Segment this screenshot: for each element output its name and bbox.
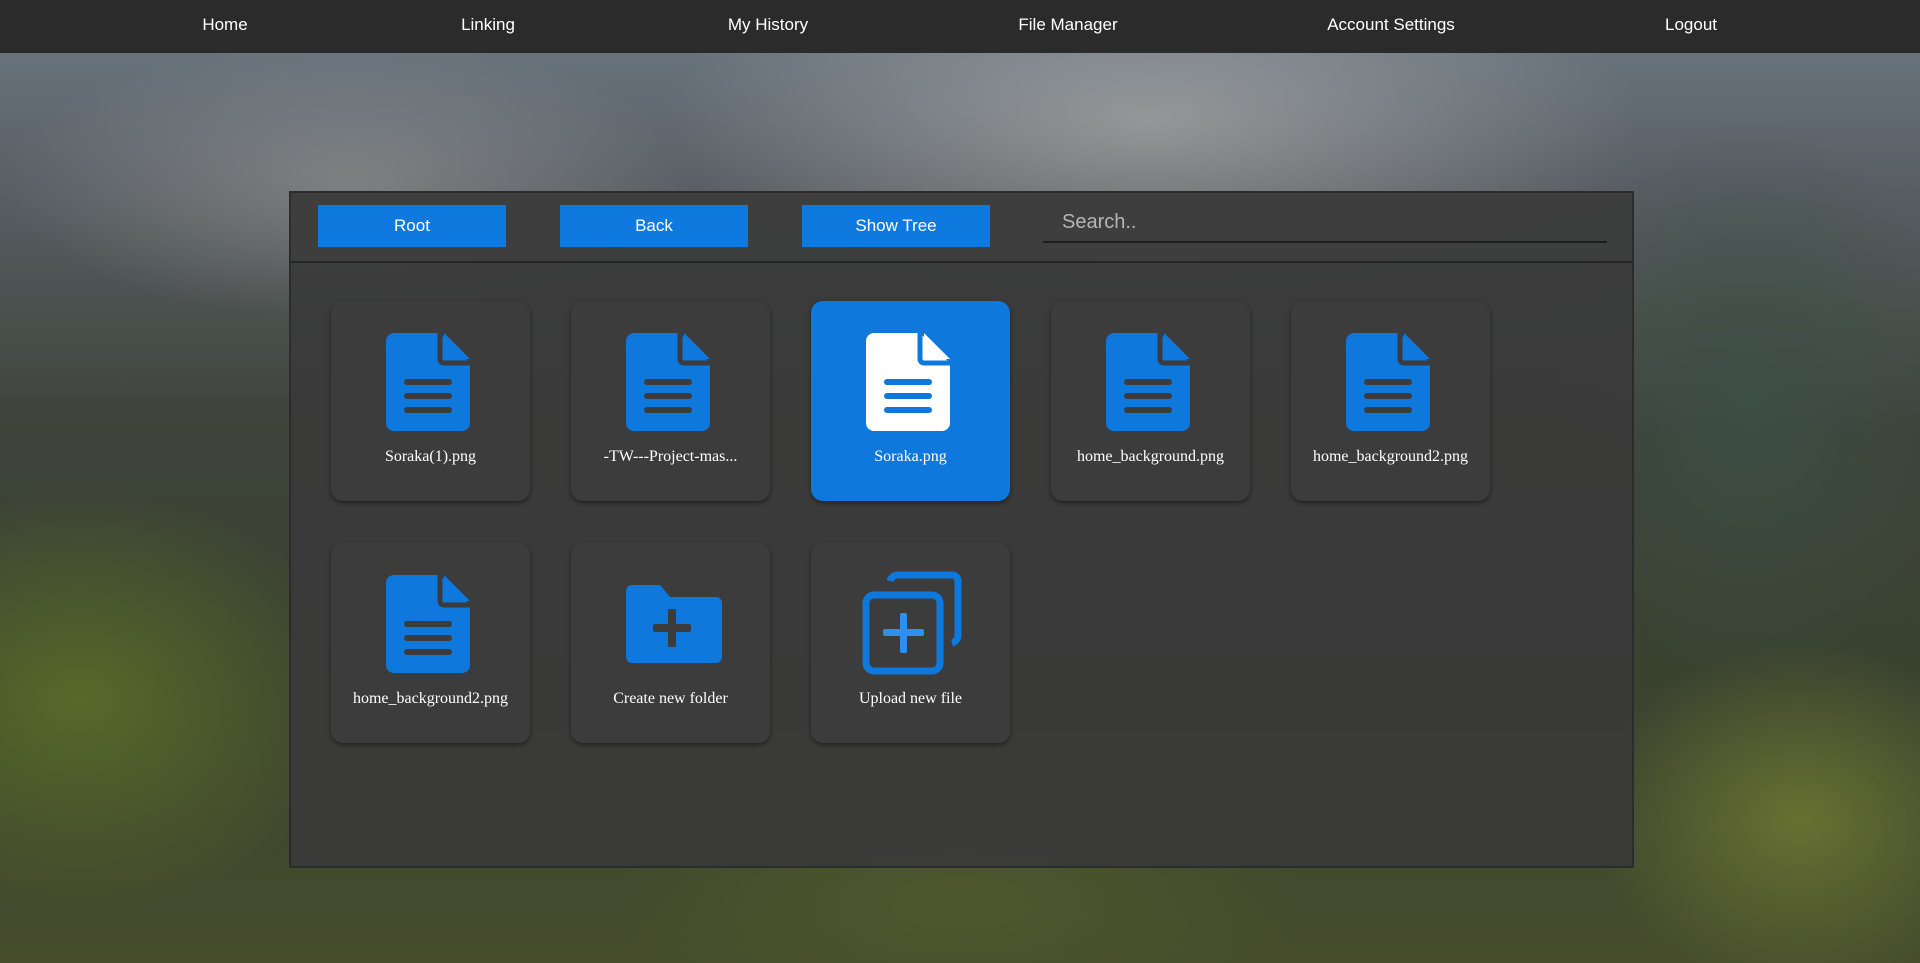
nav-home[interactable]: Home (202, 0, 247, 50)
nav-account-settings[interactable]: Account Settings (1327, 0, 1455, 50)
nav-file-manager[interactable]: File Manager (1018, 0, 1117, 50)
file-tile[interactable]: home_background.png (1051, 301, 1250, 501)
file-name: Soraka.png (874, 448, 947, 465)
back-button[interactable]: Back (560, 205, 748, 247)
file-manager-panel: Root Back Show Tree Soraka(1).png -TW---… (289, 191, 1634, 868)
root-button[interactable]: Root (318, 205, 506, 247)
nav-my-history[interactable]: My History (728, 0, 808, 50)
file-tile[interactable]: home_background2.png (1291, 301, 1490, 501)
file-icon (385, 333, 470, 431)
file-tile[interactable]: -TW---Project-mas... (571, 301, 770, 501)
file-icon (865, 333, 950, 431)
file-tile-selected[interactable]: Soraka.png (811, 301, 1010, 501)
file-icon (625, 333, 710, 431)
upload-file-tile[interactable]: Upload new file (811, 543, 1010, 743)
create-folder-tile[interactable]: Create new folder (571, 543, 770, 743)
folder-plus-icon (625, 585, 722, 663)
nav-linking[interactable]: Linking (461, 0, 515, 50)
search-input[interactable] (1043, 203, 1607, 243)
file-name: home_background2.png (352, 690, 509, 707)
file-name: -TW---Project-mas... (603, 448, 738, 465)
file-icon (1105, 333, 1190, 431)
top-navigation-bar: Home Linking My History File Manager Acc… (0, 0, 1920, 53)
file-name: Soraka(1).png (384, 448, 477, 465)
file-icon (385, 575, 470, 673)
create-folder-label: Create new folder (613, 690, 728, 707)
nav-logout[interactable]: Logout (1665, 0, 1717, 50)
file-tile[interactable]: home_background2.png (331, 543, 530, 743)
file-icon (1345, 333, 1430, 431)
show-tree-button[interactable]: Show Tree (802, 205, 990, 247)
file-tile[interactable]: Soraka(1).png (331, 301, 530, 501)
upload-file-icon (862, 571, 961, 675)
file-name: home_background.png (1076, 448, 1225, 465)
file-name: home_background2.png (1312, 448, 1469, 465)
file-toolbar: Root Back Show Tree (291, 193, 1632, 263)
upload-file-label: Upload new file (858, 690, 963, 707)
